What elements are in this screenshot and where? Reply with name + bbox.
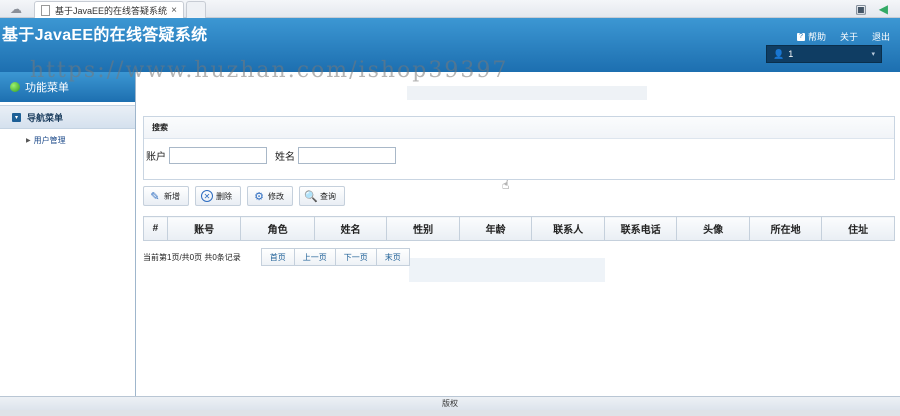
computer-icon[interactable]: ▣: [855, 2, 866, 16]
toolbar: ✎ 新增 ✕ 删除 ⚙ 修改 🔍 查询: [143, 186, 345, 206]
main-content: 搜索 账户 姓名 ✎ 新增 ✕ 删除 ⚙ 修改 🔍 查询 # 账号 角色 姓名 …: [137, 72, 900, 396]
browser-status-bar: [0, 410, 900, 416]
search-panel: 搜索 账户 姓名: [143, 116, 895, 180]
user-table: # 账号 角色 姓名 性别 年龄 联系人 联系电话 头像 所在地 住址: [143, 216, 895, 241]
add-label: 新增: [164, 191, 180, 201]
sidebar-item-label: 用户管理: [33, 136, 66, 145]
help-icon: ?: [796, 32, 805, 41]
name-input[interactable]: [298, 147, 396, 164]
delete-button[interactable]: ✕ 删除: [195, 186, 241, 206]
app-header: 基于JavaEE的在线答疑系统 ? 帮助 关于 退出 👤 1 ▾: [0, 18, 900, 72]
edit-label: 修改: [268, 191, 284, 201]
help-label: 帮助: [807, 32, 826, 42]
column-header-role[interactable]: 角色: [240, 216, 315, 241]
table-header-row: # 账号 角色 姓名 性别 年龄 联系人 联系电话 头像 所在地 住址: [143, 216, 895, 241]
user-icon: 👤: [773, 48, 785, 59]
sidebar-header: 功能菜单: [0, 72, 135, 102]
back-arrow-icon[interactable]: ◀: [879, 2, 888, 16]
account-label: 账户: [146, 152, 166, 163]
account-input[interactable]: [169, 147, 267, 164]
column-header-account[interactable]: 账号: [166, 216, 242, 241]
pager: 当前第1页/共0页 共0条记录 首页 上一页 下一页 末页: [143, 248, 410, 266]
nav-group-label: 导航菜单: [27, 112, 64, 123]
ghost-overlay: [409, 258, 605, 282]
footer: 版权: [0, 396, 900, 410]
search-icon: 🔍: [304, 190, 318, 203]
banner-placeholder: [407, 86, 647, 100]
sidebar: 功能菜单 ▾ 导航菜单 ▶ 用户管理: [0, 72, 136, 396]
sidebar-item-user-management[interactable]: ▶ 用户管理: [0, 135, 135, 146]
query-label: 查询: [320, 191, 336, 201]
search-panel-title: 搜索: [144, 117, 894, 139]
nav-group-header[interactable]: ▾ 导航菜单: [0, 105, 135, 129]
last-page-button[interactable]: 末页: [375, 248, 410, 266]
pencil-icon: ✎: [150, 190, 160, 203]
query-button[interactable]: 🔍 查询: [299, 186, 345, 206]
pager-info: 当前第1页/共0页 共0条记录: [143, 252, 241, 262]
document-icon: [41, 4, 50, 16]
close-icon[interactable]: ×: [171, 5, 177, 16]
name-label: 姓名: [275, 152, 295, 163]
column-header-phone[interactable]: 联系电话: [603, 216, 678, 241]
collapse-icon: ▾: [12, 112, 21, 122]
hand-cursor-icon: ☝: [502, 178, 510, 192]
help-link[interactable]: ? 帮助: [796, 30, 826, 43]
next-page-button[interactable]: 下一页: [334, 248, 377, 266]
logout-link[interactable]: 退出: [872, 30, 890, 43]
column-header-contact[interactable]: 联系人: [531, 216, 605, 241]
app-title: 基于JavaEE的在线答疑系统: [2, 27, 208, 44]
browser-tab[interactable]: 基于JavaEE的在线答疑系统 ×: [34, 1, 184, 18]
column-header-avatar[interactable]: 头像: [676, 216, 750, 241]
first-page-button[interactable]: 首页: [260, 248, 295, 266]
browser-tab-strip: ☁ 基于JavaEE的在线答疑系统 × ▣ ◀: [0, 0, 900, 18]
header-links: ? 帮助 关于 退出: [796, 30, 890, 43]
user-dropdown[interactable]: 👤 1 ▾: [766, 45, 882, 63]
user-name: 1: [788, 49, 794, 59]
add-button[interactable]: ✎ 新增: [143, 186, 189, 206]
column-header-name[interactable]: 姓名: [313, 216, 388, 241]
new-tab-button[interactable]: [186, 1, 206, 18]
column-header-address[interactable]: 住址: [821, 216, 895, 241]
about-link[interactable]: 关于: [840, 30, 858, 43]
column-header-index[interactable]: #: [143, 216, 168, 241]
column-header-location[interactable]: 所在地: [748, 216, 823, 241]
delete-circle-icon: ✕: [201, 190, 213, 202]
sidebar-title: 功能菜单: [25, 82, 69, 94]
triangle-right-icon: ▶: [26, 138, 31, 144]
delete-label: 删除: [216, 191, 232, 201]
prev-page-button[interactable]: 上一页: [293, 248, 336, 266]
cloud-icon[interactable]: ☁: [6, 2, 26, 16]
gear-icon: ⚙: [254, 190, 264, 203]
column-header-age[interactable]: 年龄: [458, 216, 533, 241]
green-ball-icon: [10, 82, 20, 92]
search-row: 账户 姓名: [144, 139, 894, 164]
chevron-down-icon: ▾: [871, 51, 875, 58]
browser-top-icons: ▣ ◀: [855, 2, 888, 16]
edit-button[interactable]: ⚙ 修改: [247, 186, 293, 206]
browser-tab-title: 基于JavaEE的在线答疑系统: [55, 5, 168, 16]
column-header-gender[interactable]: 性别: [386, 216, 460, 241]
